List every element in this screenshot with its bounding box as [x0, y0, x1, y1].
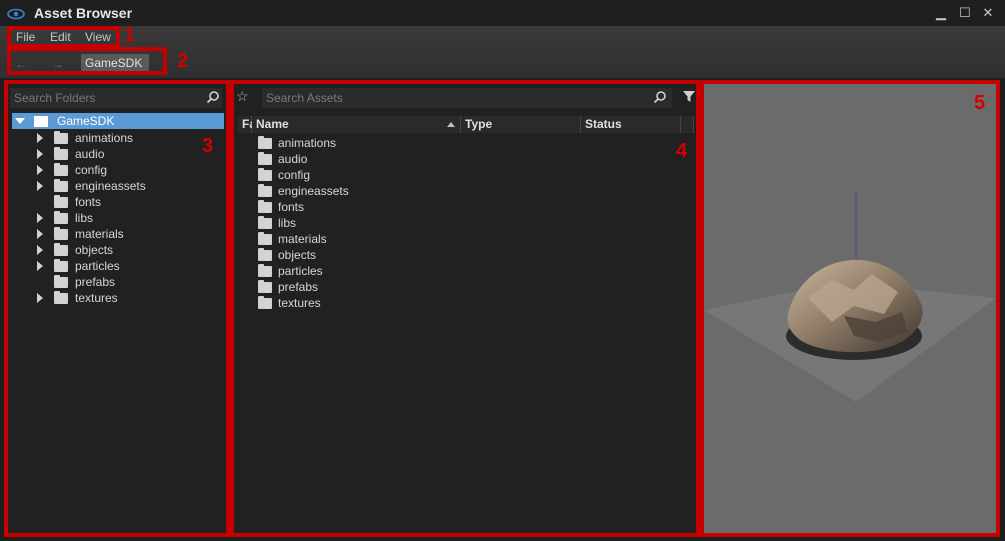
- annotation-label-2: 2: [177, 50, 189, 72]
- annotation-label-4: 4: [676, 140, 688, 162]
- eye-icon: [7, 8, 25, 20]
- window-title: Asset Browser: [34, 5, 133, 21]
- annotation-box-folders: [4, 80, 230, 537]
- annotation-label-3: 3: [202, 135, 214, 157]
- minimize-button[interactable]: ▁: [934, 6, 948, 20]
- annotation-label-1: 1: [124, 24, 136, 46]
- title-bar: [0, 0, 1005, 26]
- close-button[interactable]: ✕: [981, 6, 995, 20]
- annotation-box-menu: [7, 26, 120, 48]
- annotation-label-5: 5: [974, 92, 986, 114]
- annotation-box-navigation: [7, 47, 167, 75]
- annotation-box-preview: [700, 80, 1000, 537]
- annotation-box-assets: [230, 80, 700, 537]
- maximize-button[interactable]: ☐: [958, 6, 972, 20]
